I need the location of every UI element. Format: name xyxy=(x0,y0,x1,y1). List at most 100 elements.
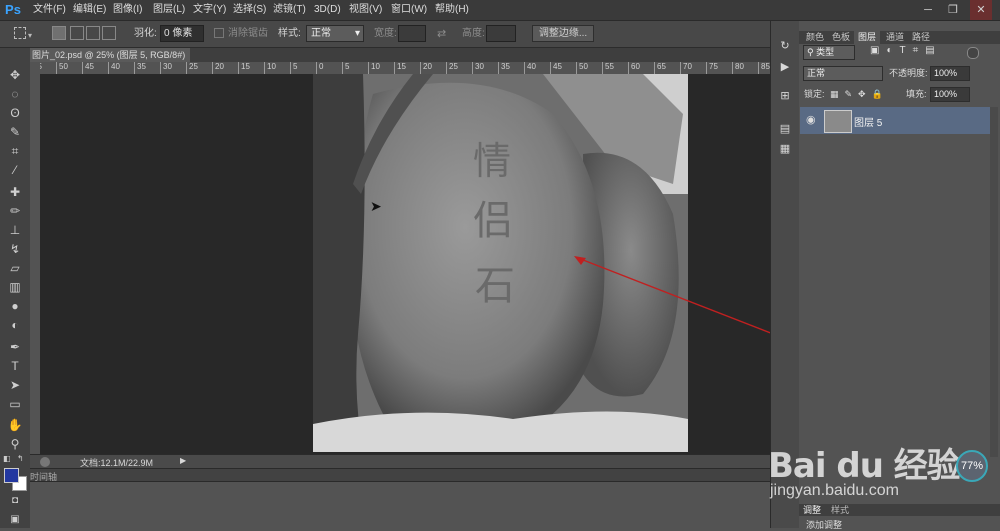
add-selection-icon[interactable] xyxy=(70,26,84,40)
close-icon[interactable]: ✕ xyxy=(970,0,992,20)
minimize-icon[interactable]: ─ xyxy=(917,0,939,20)
feather-input[interactable]: 0 像素 xyxy=(160,25,204,42)
history-icon[interactable]: ↻ xyxy=(777,38,793,54)
ruler-corner xyxy=(30,62,40,74)
width-input[interactable] xyxy=(398,25,426,42)
ruler-tick: 5 xyxy=(342,62,349,74)
menu-3d[interactable]: 3D(D) xyxy=(309,0,346,20)
document-tab[interactable]: 图片_02.psd @ 25% (图层 5, RGB/8#) *× xyxy=(30,48,190,74)
menu-image[interactable]: 图像(I) xyxy=(108,0,147,20)
layer-thumbnail xyxy=(824,110,852,133)
play-icon[interactable]: ▶ xyxy=(180,456,186,465)
ruler-tick: 35 xyxy=(134,62,146,74)
tools-panel: ✥ ◌ ʘ ✎ ⌗ ⁄ ✚ ✏ ⊥ ↯ ▱ ▥ ● ◐ ✒ T ➤ ▭ ✋ ⚲ … xyxy=(0,48,31,528)
lasso-tool-icon[interactable]: ʘ xyxy=(5,105,25,122)
path-select-tool-icon[interactable]: ➤ xyxy=(5,377,25,394)
dodge-tool-icon[interactable]: ◐ xyxy=(5,317,25,334)
type-tool-icon[interactable]: T xyxy=(5,358,25,375)
refine-edge-button[interactable]: 调整边缘... xyxy=(532,25,594,42)
healing-brush-tool-icon[interactable]: ✚ xyxy=(5,184,25,201)
filter-toggle[interactable] xyxy=(967,47,979,59)
play-action-icon[interactable]: ▶ xyxy=(777,59,793,75)
crop-tool-icon[interactable]: ⌗ xyxy=(5,143,25,160)
ruler-tick: 20 xyxy=(212,62,224,74)
ruler-tick: 25 xyxy=(186,62,198,74)
menu-select[interactable]: 选择(S) xyxy=(228,0,271,20)
ruler-tick: 60 xyxy=(628,62,640,74)
clone-stamp-tool-icon[interactable]: ⊥ xyxy=(5,222,25,239)
menu-layer[interactable]: 图层(L) xyxy=(148,0,190,20)
tab-layers[interactable]: 图层 xyxy=(854,31,881,44)
menu-filter[interactable]: 滤镜(T) xyxy=(268,0,311,20)
lock-icons[interactable]: ▦✎✥🔒 xyxy=(830,87,889,102)
quick-select-tool-icon[interactable]: ✎ xyxy=(5,124,25,141)
fill-input[interactable]: 100% xyxy=(930,87,970,102)
layer-row[interactable]: ◉ 图层 5 xyxy=(800,107,990,134)
eraser-tool-icon[interactable]: ▱ xyxy=(5,260,25,277)
eye-icon[interactable]: ◉ xyxy=(806,113,816,126)
tab-paths[interactable]: 路径 xyxy=(908,31,934,44)
zoom-tool-icon[interactable]: ⚲ xyxy=(5,436,25,453)
opacity-input[interactable]: 100% xyxy=(930,66,970,81)
baidu-watermark: Bai du 经验 jingyan.baidu.com 77% xyxy=(760,420,988,520)
eyedropper-tool-icon[interactable]: ⁄ xyxy=(5,162,25,179)
antialias-checkbox[interactable] xyxy=(214,28,224,38)
layers-scrollbar[interactable] xyxy=(990,107,998,457)
ruler-tick: 30 xyxy=(160,62,172,74)
hand-tool-icon[interactable]: ✋ xyxy=(5,417,25,434)
ruler-tick: 20 xyxy=(420,62,432,74)
status-menu-icon[interactable] xyxy=(40,457,50,467)
subtract-selection-icon[interactable] xyxy=(86,26,100,40)
watermark-url: jingyan.baidu.com xyxy=(770,482,899,499)
photoshop-logo: Ps xyxy=(5,2,21,17)
foreground-color-swatch[interactable] xyxy=(4,468,19,483)
menu-bar: Ps 文件(F) 编辑(E) 图像(I) 图层(L) 文字(Y) 选择(S) 滤… xyxy=(0,0,1000,21)
menu-file[interactable]: 文件(F) xyxy=(28,0,71,20)
height-input[interactable] xyxy=(486,25,516,42)
ruler-tick: 45 xyxy=(82,62,94,74)
chevron-down-icon[interactable]: ▾ xyxy=(28,31,32,40)
restore-icon[interactable]: ❐ xyxy=(942,0,964,20)
history-brush-tool-icon[interactable]: ↯ xyxy=(5,241,25,258)
layer-filter-value: 类型 xyxy=(816,47,835,57)
cursor-arrow-icon: ➤ xyxy=(370,198,382,214)
new-selection-icon[interactable] xyxy=(52,26,66,40)
move-tool-icon[interactable]: ✥ xyxy=(5,67,25,84)
notes-icon[interactable]: ▦ xyxy=(777,141,793,157)
blend-mode-select[interactable]: 正常 xyxy=(803,66,883,81)
marquee-preset-icon[interactable] xyxy=(14,27,26,39)
menu-type[interactable]: 文字(Y) xyxy=(188,0,231,20)
ruler-tick: 10 xyxy=(368,62,380,74)
default-colors-icon[interactable]: ◧ xyxy=(3,454,11,463)
swap-colors-icon[interactable]: ↰ xyxy=(17,454,24,463)
height-label: 高度: xyxy=(462,28,485,39)
properties-icon[interactable]: ⊞ xyxy=(777,88,793,104)
gradient-tool-icon[interactable]: ▥ xyxy=(5,279,25,296)
pen-tool-icon[interactable]: ✒ xyxy=(5,339,25,356)
feather-label: 羽化: xyxy=(134,28,157,39)
style-select[interactable]: 正常 ▾ xyxy=(306,25,364,42)
layer-filter-icons[interactable]: ▣◐T⌗▤ xyxy=(870,45,942,56)
menu-view[interactable]: 视图(V) xyxy=(344,0,387,20)
ruler-tick: 50 xyxy=(576,62,588,74)
channels-icon[interactable]: ▤ xyxy=(777,121,793,137)
screen-mode-icon[interactable]: ▣ xyxy=(5,511,25,528)
brush-tool-icon[interactable]: ✏ xyxy=(5,203,25,220)
shape-tool-icon[interactable]: ▭ xyxy=(5,396,25,413)
tab-channels[interactable]: 通道 xyxy=(882,31,908,44)
marquee-tool-icon[interactable]: ◌ xyxy=(5,86,25,103)
layer-filter-select[interactable]: ⚲ 类型 xyxy=(803,45,855,60)
ruler-tick: 85 xyxy=(758,62,770,74)
intersect-selection-icon[interactable] xyxy=(102,26,116,40)
quick-mask-icon[interactable]: ◘ xyxy=(5,492,25,509)
antialias-label: 消除锯齿 xyxy=(228,28,268,39)
timeline-panel-header[interactable]: 时间轴 xyxy=(30,468,770,482)
menu-window[interactable]: 窗口(W) xyxy=(386,0,432,20)
style-select-value: 正常 xyxy=(311,28,331,39)
swap-icon[interactable]: ⇄ xyxy=(437,27,446,40)
tab-swatches[interactable]: 色板 xyxy=(828,31,854,44)
tab-color[interactable]: 颜色 xyxy=(802,31,828,44)
menu-help[interactable]: 帮助(H) xyxy=(430,0,474,20)
blur-tool-icon[interactable]: ● xyxy=(5,298,25,315)
menu-edit[interactable]: 编辑(E) xyxy=(68,0,111,20)
